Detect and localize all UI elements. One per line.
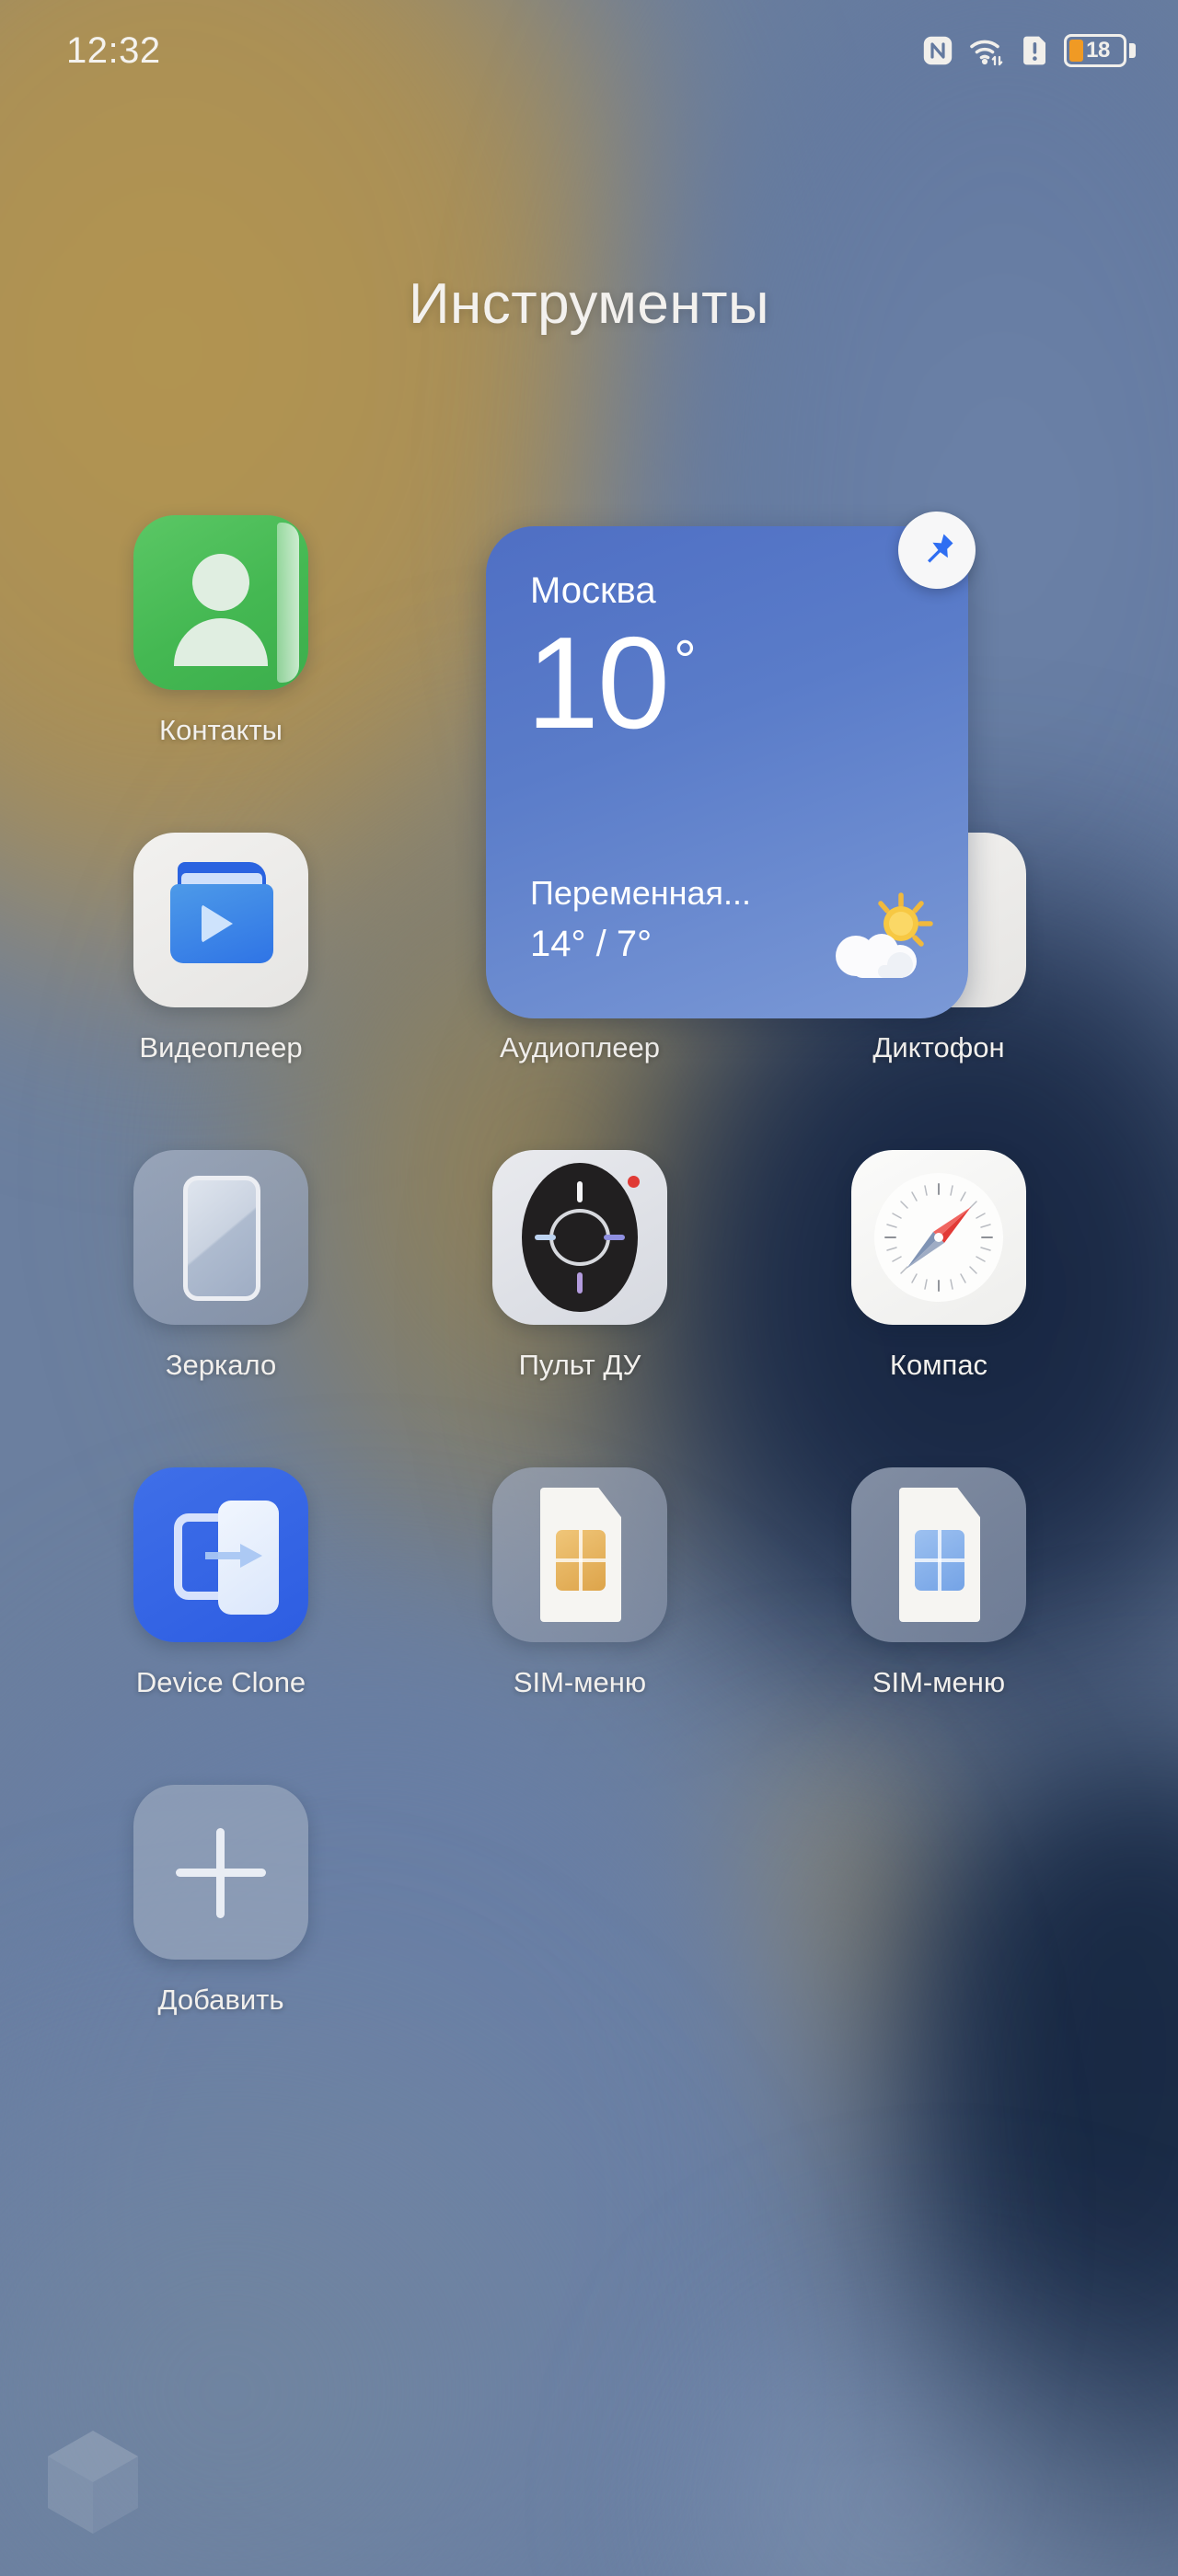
app-label: Добавить <box>157 1984 284 2016</box>
app-label: SIM-меню <box>513 1666 647 1698</box>
app-label: Аудиоплеер <box>499 1031 661 1064</box>
app-item-add[interactable]: Добавить <box>83 1785 359 2102</box>
cube-icon <box>48 2431 138 2534</box>
weather-widget[interactable]: Москва 10° Переменная... 14° / 7° <box>486 512 976 1018</box>
app-label: Компас <box>889 1349 988 1381</box>
app-item-sim-menu-1[interactable]: SIM-меню <box>442 1467 718 1785</box>
page-title: Инструменты <box>408 272 770 336</box>
app-item-contacts[interactable]: Контакты <box>83 515 359 833</box>
sun-behind-cloud-icon <box>836 892 933 978</box>
weather-degree-symbol: ° <box>673 629 697 693</box>
status-clock: 12:32 <box>66 29 161 71</box>
app-item-compass[interactable]: Компас <box>801 1150 1077 1467</box>
app-label: Device Clone <box>135 1666 306 1698</box>
status-icons: 18 <box>922 34 1136 67</box>
video-player-icon[interactable] <box>133 833 308 1007</box>
pin-button[interactable] <box>898 512 976 589</box>
app-label: Контакты <box>159 714 283 746</box>
app-label: Зеркало <box>165 1349 277 1381</box>
weather-temperature: 10° <box>526 618 697 749</box>
app-item-sim-menu-2[interactable]: SIM-меню <box>801 1467 1077 1785</box>
sim-menu-gold-icon[interactable] <box>492 1467 667 1642</box>
contacts-icon[interactable] <box>133 515 308 690</box>
app-label: Диктофон <box>872 1031 1005 1064</box>
weather-temperature-value: 10 <box>526 610 670 756</box>
sim-menu-blue-icon[interactable] <box>851 1467 1026 1642</box>
app-item-device-clone[interactable]: Device Clone <box>83 1467 359 1785</box>
status-bar: 12:32 18 <box>0 0 1178 101</box>
app-grid-row: Зеркало Пульт ДУ Компас <box>0 1150 1178 1467</box>
app-label: Пульт ДУ <box>518 1349 641 1381</box>
app-grid-row: Device Clone SIM-меню SIM-меню <box>0 1467 1178 1785</box>
app-grid-row: Добавить <box>0 1785 1178 2102</box>
weather-range: 14° / 7° <box>530 924 653 964</box>
weather-widget-body: Москва 10° Переменная... 14° / 7° <box>486 526 968 1018</box>
app-label: SIM-меню <box>872 1666 1006 1698</box>
sim-alert-icon <box>1023 35 1048 66</box>
device-clone-icon[interactable] <box>133 1467 308 1642</box>
battery-icon: 18 <box>1064 34 1136 67</box>
wifi-icon <box>969 35 1008 66</box>
pin-icon <box>928 534 953 563</box>
app-label: Видеоплеер <box>139 1031 303 1064</box>
app-item-mirror[interactable]: Зеркало <box>83 1150 359 1467</box>
app-item-video-player[interactable]: Видеоплеер <box>83 833 359 1150</box>
remote-control-icon[interactable] <box>492 1150 667 1325</box>
weather-city: Москва <box>530 570 656 611</box>
mirror-icon[interactable] <box>133 1150 308 1325</box>
compass-icon[interactable] <box>851 1150 1026 1325</box>
weather-condition: Переменная... <box>530 874 751 912</box>
nfc-icon <box>922 35 953 66</box>
add-icon[interactable] <box>133 1785 308 1960</box>
app-item-remote-control[interactable]: Пульт ДУ <box>442 1150 718 1467</box>
battery-level-text: 18 <box>1086 38 1110 63</box>
